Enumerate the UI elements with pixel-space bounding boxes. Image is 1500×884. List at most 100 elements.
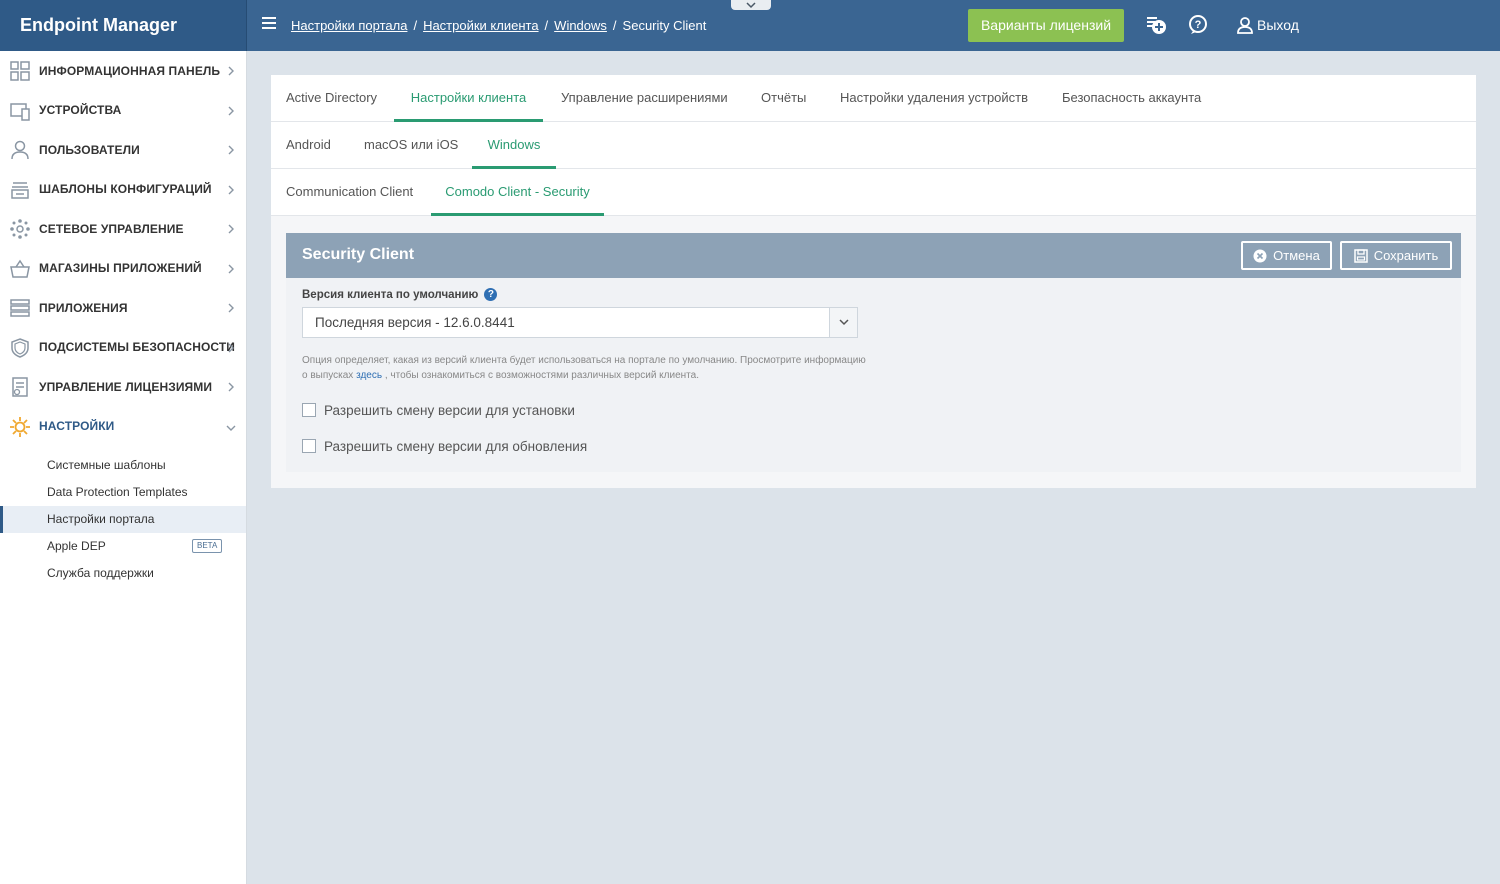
close-circle-icon (1253, 249, 1267, 262)
chevron-right-icon (228, 66, 234, 76)
basket-icon (10, 259, 30, 278)
select-arrow[interactable] (829, 308, 857, 337)
sidebar-item-label: ПОДСИСТЕМЫ БЕЗОПАСНОСТИ (39, 340, 236, 355)
collapse-header-tab[interactable] (731, 0, 771, 10)
default-version-label-text: Версия клиента по умолчанию (302, 288, 479, 301)
chevron-right-icon (228, 145, 234, 155)
sidebar-item-label: МАГАЗИНЫ ПРИЛОЖЕНИЙ (39, 261, 202, 276)
sidebar-item-security-subsystems[interactable]: ПОДСИСТЕМЫ БЕЗОПАСНОСТИ (0, 328, 246, 368)
security-client-panel: Security Client Отмена Сохранить Версия … (286, 233, 1461, 472)
tab-macos-ios[interactable]: macOS или iOS (364, 122, 458, 169)
menu-toggle-icon[interactable] (262, 17, 276, 31)
tab-active-directory[interactable]: Active Directory (286, 75, 377, 122)
logout-label: Выход (1257, 17, 1299, 33)
breadcrumb-portal-settings[interactable]: Настройки портала (291, 18, 407, 33)
sidebar-item-label: ПОЛЬЗОВАТЕЛИ (39, 142, 140, 157)
chevron-right-icon (228, 343, 234, 352)
client-tabs: Communication Client Comodo Client - Sec… (271, 169, 1476, 216)
main-tabs: Active Directory Настройки клиента Управ… (271, 75, 1476, 122)
panel-header: Security Client Отмена Сохранить (286, 233, 1461, 278)
sidebar-item-settings[interactable]: НАСТРОЙКИ (0, 407, 246, 447)
sidebar-item-applications[interactable]: ПРИЛОЖЕНИЯ (0, 288, 246, 328)
apps-icon (10, 299, 30, 317)
sidebar-subitem-label: Apple DEP (47, 539, 106, 553)
tab-comodo-client-security[interactable]: Comodo Client - Security (431, 169, 604, 216)
user-icon (11, 140, 29, 160)
sidebar-subitem-portal-settings[interactable]: Настройки портала (0, 506, 246, 533)
sidebar-item-label: НАСТРОЙКИ (39, 419, 115, 434)
tab-android[interactable]: Android (286, 122, 331, 169)
tab-extensions[interactable]: Управление расширениями (561, 75, 728, 122)
cancel-label: Отмена (1273, 248, 1320, 263)
allow-install-version-checkbox[interactable]: Разрешить смену версии для установки (302, 400, 575, 420)
panel-title: Security Client (302, 246, 415, 263)
allow-update-version-label: Разрешить смену версии для обновления (324, 438, 588, 454)
tab-reports[interactable]: Отчёты (761, 75, 806, 122)
tab-device-removal[interactable]: Настройки удаления устройств (840, 75, 1028, 122)
user-icon (1237, 17, 1253, 34)
templates-icon (11, 181, 29, 199)
save-icon (1353, 248, 1368, 263)
breadcrumb-client-settings[interactable]: Настройки клиента (423, 18, 538, 33)
dashboard-icon (10, 61, 30, 81)
sidebar-item-app-stores[interactable]: МАГАЗИНЫ ПРИЛОЖЕНИЙ (0, 249, 246, 289)
chevron-right-icon (228, 264, 234, 273)
sidebar-item-license-management[interactable]: УПРАВЛЕНИЕ ЛИЦЕНЗИЯМИ (0, 367, 246, 407)
shield-icon (11, 337, 29, 358)
sidebar-item-dashboard[interactable]: ИНФОРМАЦИОННАЯ ПАНЕЛЬ (0, 51, 246, 91)
save-button[interactable]: Сохранить (1340, 241, 1452, 270)
add-device-icon[interactable] (1145, 14, 1167, 36)
tab-windows[interactable]: Windows (472, 122, 556, 169)
chevron-down-icon (746, 2, 756, 9)
network-icon (10, 219, 30, 239)
logout-button[interactable]: Выход (1236, 14, 1299, 36)
breadcrumb-windows[interactable]: Windows (554, 18, 607, 33)
allow-update-version-checkbox[interactable]: Разрешить смену версии для обновления (302, 436, 587, 456)
chevron-right-icon (228, 185, 234, 194)
chevron-right-icon (228, 106, 234, 115)
sidebar-subitem-data-protection[interactable]: Data Protection Templates (0, 479, 246, 506)
help-icon[interactable]: ? (484, 288, 498, 301)
sidebar-subitem-support[interactable]: Служба поддержки (0, 560, 246, 587)
devices-icon (10, 102, 30, 121)
chevron-down-icon (839, 319, 849, 326)
sidebar-item-label: УСТРОЙСТВА (39, 103, 122, 118)
checkbox[interactable] (302, 403, 316, 417)
sidebar-subitem-apple-dep[interactable]: Apple DEP BETA (0, 533, 246, 560)
sidebar-item-config-templates[interactable]: ШАБЛОНЫ КОНФИГУРАЦИЙ (0, 170, 246, 210)
save-label: Сохранить (1373, 248, 1439, 263)
checkbox[interactable] (302, 439, 316, 453)
top-bar: Endpoint Manager Настройки портала / Настр… (0, 0, 1500, 51)
version-hint: Опция определяет, какая из версий клиент… (302, 353, 872, 383)
license-icon (12, 377, 28, 397)
content-area: Active Directory Настройки клиента Управ… (271, 75, 1476, 488)
tab-client-settings[interactable]: Настройки клиента (394, 75, 543, 122)
release-notes-link[interactable]: здесь (356, 370, 382, 381)
cancel-button[interactable]: Отмена (1241, 241, 1332, 270)
chevron-down-icon (226, 425, 236, 431)
chevron-right-icon (228, 224, 234, 234)
default-version-value: Последняя версия - 12.6.0.8441 (315, 315, 515, 330)
sidebar: ИНФОРМАЦИОННАЯ ПАНЕЛЬ УСТРОЙСТВА ПОЛЬЗОВ… (0, 51, 247, 884)
tab-communication-client[interactable]: Communication Client (286, 169, 413, 216)
chevron-right-icon (228, 382, 234, 392)
license-options-button[interactable]: Варианты лицензий (968, 9, 1124, 42)
sidebar-item-users[interactable]: ПОЛЬЗОВАТЕЛИ (0, 130, 246, 170)
sidebar-item-label: ИНФОРМАЦИОННАЯ ПАНЕЛЬ (39, 63, 221, 78)
sidebar-item-label: ШАБЛОНЫ КОНФИГУРАЦИЙ (39, 182, 212, 197)
default-version-label: Версия клиента по умолчанию ? (302, 288, 498, 301)
hint-text-end: , чтобы ознакомиться с возможностями раз… (384, 370, 699, 381)
default-version-select[interactable]: Последняя версия - 12.6.0.8441 (302, 307, 858, 338)
tab-account-security[interactable]: Безопасность аккаунта (1062, 75, 1201, 122)
breadcrumb: Настройки портала / Настройки клиента / Wind… (291, 18, 707, 33)
sidebar-item-label: УПРАВЛЕНИЕ ЛИЦЕНЗИЯМИ (39, 379, 213, 394)
gear-icon (10, 416, 30, 437)
sidebar-item-network[interactable]: СЕТЕВОЕ УПРАВЛЕНИЕ (0, 209, 246, 249)
sidebar-item-devices[interactable]: УСТРОЙСТВА (0, 91, 246, 131)
sidebar-subitem-system-templates[interactable]: Системные шаблоны (0, 452, 246, 479)
app-title[interactable]: Endpoint Manager (0, 0, 247, 51)
sidebar-item-label: СЕТЕВОЕ УПРАВЛЕНИЕ (39, 221, 184, 236)
help-icon[interactable]: ? (1187, 14, 1209, 36)
allow-install-version-label: Разрешить смену версии для установки (324, 402, 575, 418)
sidebar-item-label: ПРИЛОЖЕНИЯ (39, 300, 128, 315)
